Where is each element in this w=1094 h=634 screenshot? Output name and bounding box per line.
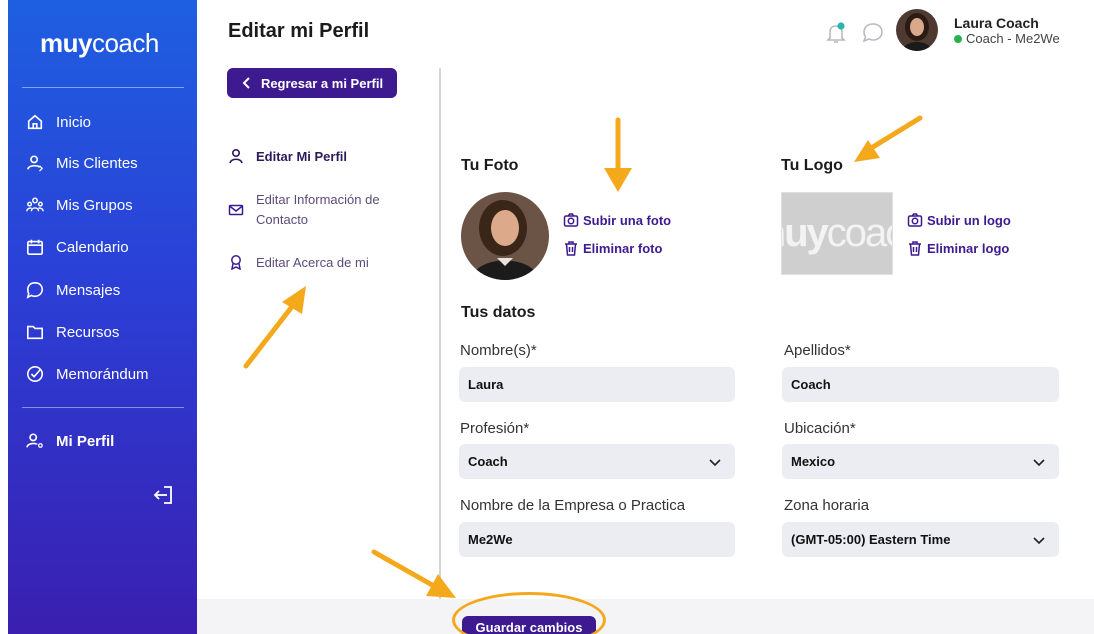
award-icon bbox=[231, 255, 241, 270]
profession-label: Profesión* bbox=[460, 420, 530, 437]
annotation-arrow-subnav bbox=[243, 286, 306, 369]
chat-icon bbox=[26, 281, 44, 299]
calendar-icon bbox=[26, 239, 44, 256]
delete-photo-label: Eliminar foto bbox=[583, 240, 663, 256]
subnav-edit-contact[interactable]: Editar Información de Contacto bbox=[228, 190, 408, 230]
logo-watermark: muycoach bbox=[782, 211, 892, 255]
annotation-arrow-logo bbox=[854, 115, 923, 162]
sidebar-item-mis-clientes[interactable]: Mis Clientes bbox=[26, 150, 138, 176]
sidebar-item-mensajes[interactable]: Mensajes bbox=[26, 277, 120, 303]
sidebar-item-memorandum[interactable]: Memorándum bbox=[26, 361, 149, 387]
camera-icon bbox=[563, 213, 579, 227]
location-value: Mexico bbox=[791, 454, 836, 469]
sidebar-item-label: Inicio bbox=[56, 113, 92, 131]
upload-logo-button[interactable]: Subir un logo bbox=[907, 212, 1011, 228]
user-role: Coach - Me2We bbox=[954, 31, 1060, 46]
upload-photo-button[interactable]: Subir una foto bbox=[563, 212, 671, 228]
chevron-down-icon bbox=[1033, 537, 1045, 545]
group-icon bbox=[26, 197, 44, 212]
company-label: Nombre de la Empresa o Practica bbox=[460, 497, 686, 514]
sidebar-item-label: Recursos bbox=[56, 323, 120, 341]
page-title: Editar mi Perfil bbox=[228, 20, 370, 42]
logout-icon[interactable] bbox=[152, 484, 174, 506]
location-label: Ubicación* bbox=[784, 420, 856, 437]
first-name-field[interactable]: Laura bbox=[459, 367, 735, 402]
upload-logo-label: Subir un logo bbox=[927, 212, 1011, 228]
chevron-left-icon bbox=[242, 77, 250, 89]
vertical-divider bbox=[439, 68, 441, 634]
sidebar-item-mis-grupos[interactable]: Mis Grupos bbox=[26, 192, 133, 218]
home-icon bbox=[27, 114, 43, 130]
data-section-title: Tus datos bbox=[461, 304, 536, 321]
sidebar-divider bbox=[22, 407, 184, 408]
back-to-profile-button[interactable]: Regresar a mi Perfil bbox=[227, 68, 397, 98]
last-name-value: Coach bbox=[791, 377, 831, 392]
last-name-field[interactable]: Coach bbox=[782, 367, 1059, 402]
subnav-label: Editar Información de Contacto bbox=[256, 192, 380, 227]
timezone-label: Zona horaria bbox=[784, 497, 870, 514]
back-button-label: Regresar a mi Perfil bbox=[260, 75, 384, 91]
delete-logo-label: Eliminar logo bbox=[927, 240, 1010, 256]
chevron-down-icon bbox=[1033, 459, 1045, 467]
sidebar-item-label: Mensajes bbox=[56, 281, 121, 299]
avatar[interactable] bbox=[896, 9, 938, 51]
bottom-action-bar bbox=[197, 599, 1094, 634]
annotation-arrow-photo bbox=[604, 117, 632, 192]
camera-icon bbox=[907, 213, 923, 227]
user-icon bbox=[229, 148, 243, 164]
bell-icon[interactable] bbox=[826, 22, 846, 44]
location-select[interactable]: Mexico bbox=[782, 444, 1059, 479]
profession-select[interactable]: Coach bbox=[459, 444, 735, 479]
last-name-label: Apellidos* bbox=[784, 342, 851, 359]
sidebar-item-inicio[interactable]: Inicio bbox=[26, 109, 91, 135]
folder-icon bbox=[26, 325, 44, 340]
mail-icon bbox=[228, 204, 244, 216]
sidebar: muycoach Inicio Mis Clientes Mis Grupos … bbox=[8, 0, 197, 634]
timezone-select[interactable]: (GMT-05:00) Eastern Time bbox=[782, 522, 1059, 557]
upload-photo-label: Subir una foto bbox=[583, 212, 672, 228]
profession-value: Coach bbox=[468, 454, 508, 469]
trash-icon bbox=[565, 241, 577, 256]
sidebar-item-label: Mis Clientes bbox=[56, 154, 138, 172]
photo-section-title: Tu Foto bbox=[461, 157, 519, 174]
delete-photo-button[interactable]: Eliminar foto bbox=[563, 240, 662, 256]
timezone-value: (GMT-05:00) Eastern Time bbox=[791, 532, 951, 547]
company-value: Me2We bbox=[468, 532, 513, 547]
first-name-label: Nombre(s)* bbox=[460, 342, 537, 359]
delete-logo-button[interactable]: Eliminar logo bbox=[907, 240, 1009, 256]
check-circle-icon bbox=[26, 365, 44, 383]
logo-section-title: Tu Logo bbox=[781, 157, 843, 174]
user-settings-icon bbox=[26, 433, 43, 448]
sidebar-item-label: Calendario bbox=[56, 238, 129, 256]
company-logo: muycoach bbox=[781, 192, 893, 275]
sidebar-item-label: Mis Grupos bbox=[56, 196, 133, 214]
annotation-arrow-save bbox=[371, 549, 456, 598]
subnav-label: Editar Acerca de mi bbox=[256, 255, 369, 270]
sidebar-item-label: Mi Perfil bbox=[56, 432, 115, 450]
save-changes-button[interactable]: Guardar cambios bbox=[462, 616, 596, 634]
sidebar-item-label: Memorándum bbox=[56, 365, 149, 383]
user-role-text: Coach - Me2We bbox=[966, 31, 1060, 46]
user-icon bbox=[27, 155, 44, 172]
sidebar-item-mi-perfil[interactable]: Mi Perfil bbox=[26, 428, 114, 454]
sidebar-item-calendario[interactable]: Calendario bbox=[26, 234, 129, 260]
subnav-label: Editar Mi Perfil bbox=[256, 149, 348, 164]
online-status-dot bbox=[954, 34, 962, 43]
chat-icon[interactable] bbox=[862, 22, 884, 44]
user-name: Laura Coach bbox=[954, 15, 1039, 31]
sidebar-item-recursos[interactable]: Recursos bbox=[26, 319, 119, 345]
trash-icon bbox=[909, 241, 921, 256]
chevron-down-icon bbox=[709, 459, 721, 467]
save-button-label: Guardar cambios bbox=[475, 619, 583, 634]
subnav-edit-profile[interactable]: Editar Mi Perfil bbox=[228, 147, 347, 167]
profile-photo bbox=[461, 192, 549, 280]
subnav-edit-about[interactable]: Editar Acerca de mi bbox=[228, 253, 369, 273]
company-field[interactable]: Me2We bbox=[459, 522, 735, 557]
muycoach-logo[interactable]: muycoach bbox=[40, 28, 159, 59]
sidebar-divider bbox=[22, 87, 184, 88]
first-name-value: Laura bbox=[468, 377, 504, 392]
